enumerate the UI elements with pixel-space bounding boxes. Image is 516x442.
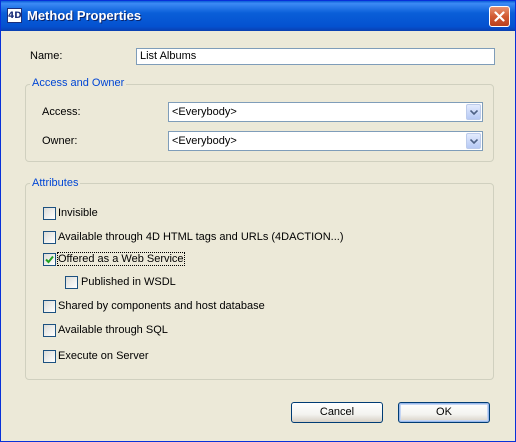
access-select[interactable]: <Everybody> xyxy=(168,102,483,122)
access-dropdown-button[interactable] xyxy=(466,104,481,120)
invisible-checkbox[interactable] xyxy=(43,207,56,220)
owner-select[interactable]: <Everybody> xyxy=(168,131,483,151)
html-tags-urls-label[interactable]: Available through 4D HTML tags and URLs … xyxy=(58,231,344,243)
access-label: Access: xyxy=(42,106,81,118)
name-label: Name: xyxy=(30,50,63,62)
web-service-label[interactable]: Offered as a Web Service xyxy=(57,252,185,266)
html-tags-urls-checkbox[interactable] xyxy=(43,231,56,244)
access-select-value: <Everybody> xyxy=(172,106,237,118)
method-properties-dialog: 4D Method Properties Name: List Albums A… xyxy=(0,0,516,442)
ok-button[interactable]: OK xyxy=(398,402,490,423)
cancel-button[interactable]: Cancel xyxy=(291,402,383,423)
shared-components-label[interactable]: Shared by components and host database xyxy=(58,300,265,312)
web-service-checkbox[interactable] xyxy=(43,253,56,266)
owner-dropdown-button[interactable] xyxy=(466,133,481,149)
owner-select-value: <Everybody> xyxy=(172,135,237,147)
attributes-group-title: Attributes xyxy=(30,177,81,189)
close-icon xyxy=(494,11,505,22)
execute-server-checkbox[interactable] xyxy=(43,350,56,363)
invisible-label[interactable]: Invisible xyxy=(58,207,98,219)
window-title: Method Properties xyxy=(27,8,142,23)
close-button[interactable] xyxy=(489,6,510,27)
published-wsdl-checkbox[interactable] xyxy=(65,276,78,289)
execute-server-label[interactable]: Execute on Server xyxy=(58,350,149,362)
sql-checkbox[interactable] xyxy=(43,324,56,337)
chevron-down-icon xyxy=(470,110,478,115)
owner-label: Owner: xyxy=(42,135,78,147)
checkmark-icon xyxy=(45,255,54,264)
access-owner-group-title: Access and Owner xyxy=(30,77,127,89)
app-4d-icon: 4D xyxy=(7,8,22,23)
chevron-down-icon xyxy=(470,139,478,144)
sql-label[interactable]: Available through SQL xyxy=(58,324,168,336)
title-bar[interactable]: 4D Method Properties xyxy=(1,1,515,31)
shared-components-checkbox[interactable] xyxy=(43,300,56,313)
name-input[interactable]: List Albums xyxy=(136,48,495,65)
published-wsdl-label[interactable]: Published in WSDL xyxy=(81,276,176,288)
